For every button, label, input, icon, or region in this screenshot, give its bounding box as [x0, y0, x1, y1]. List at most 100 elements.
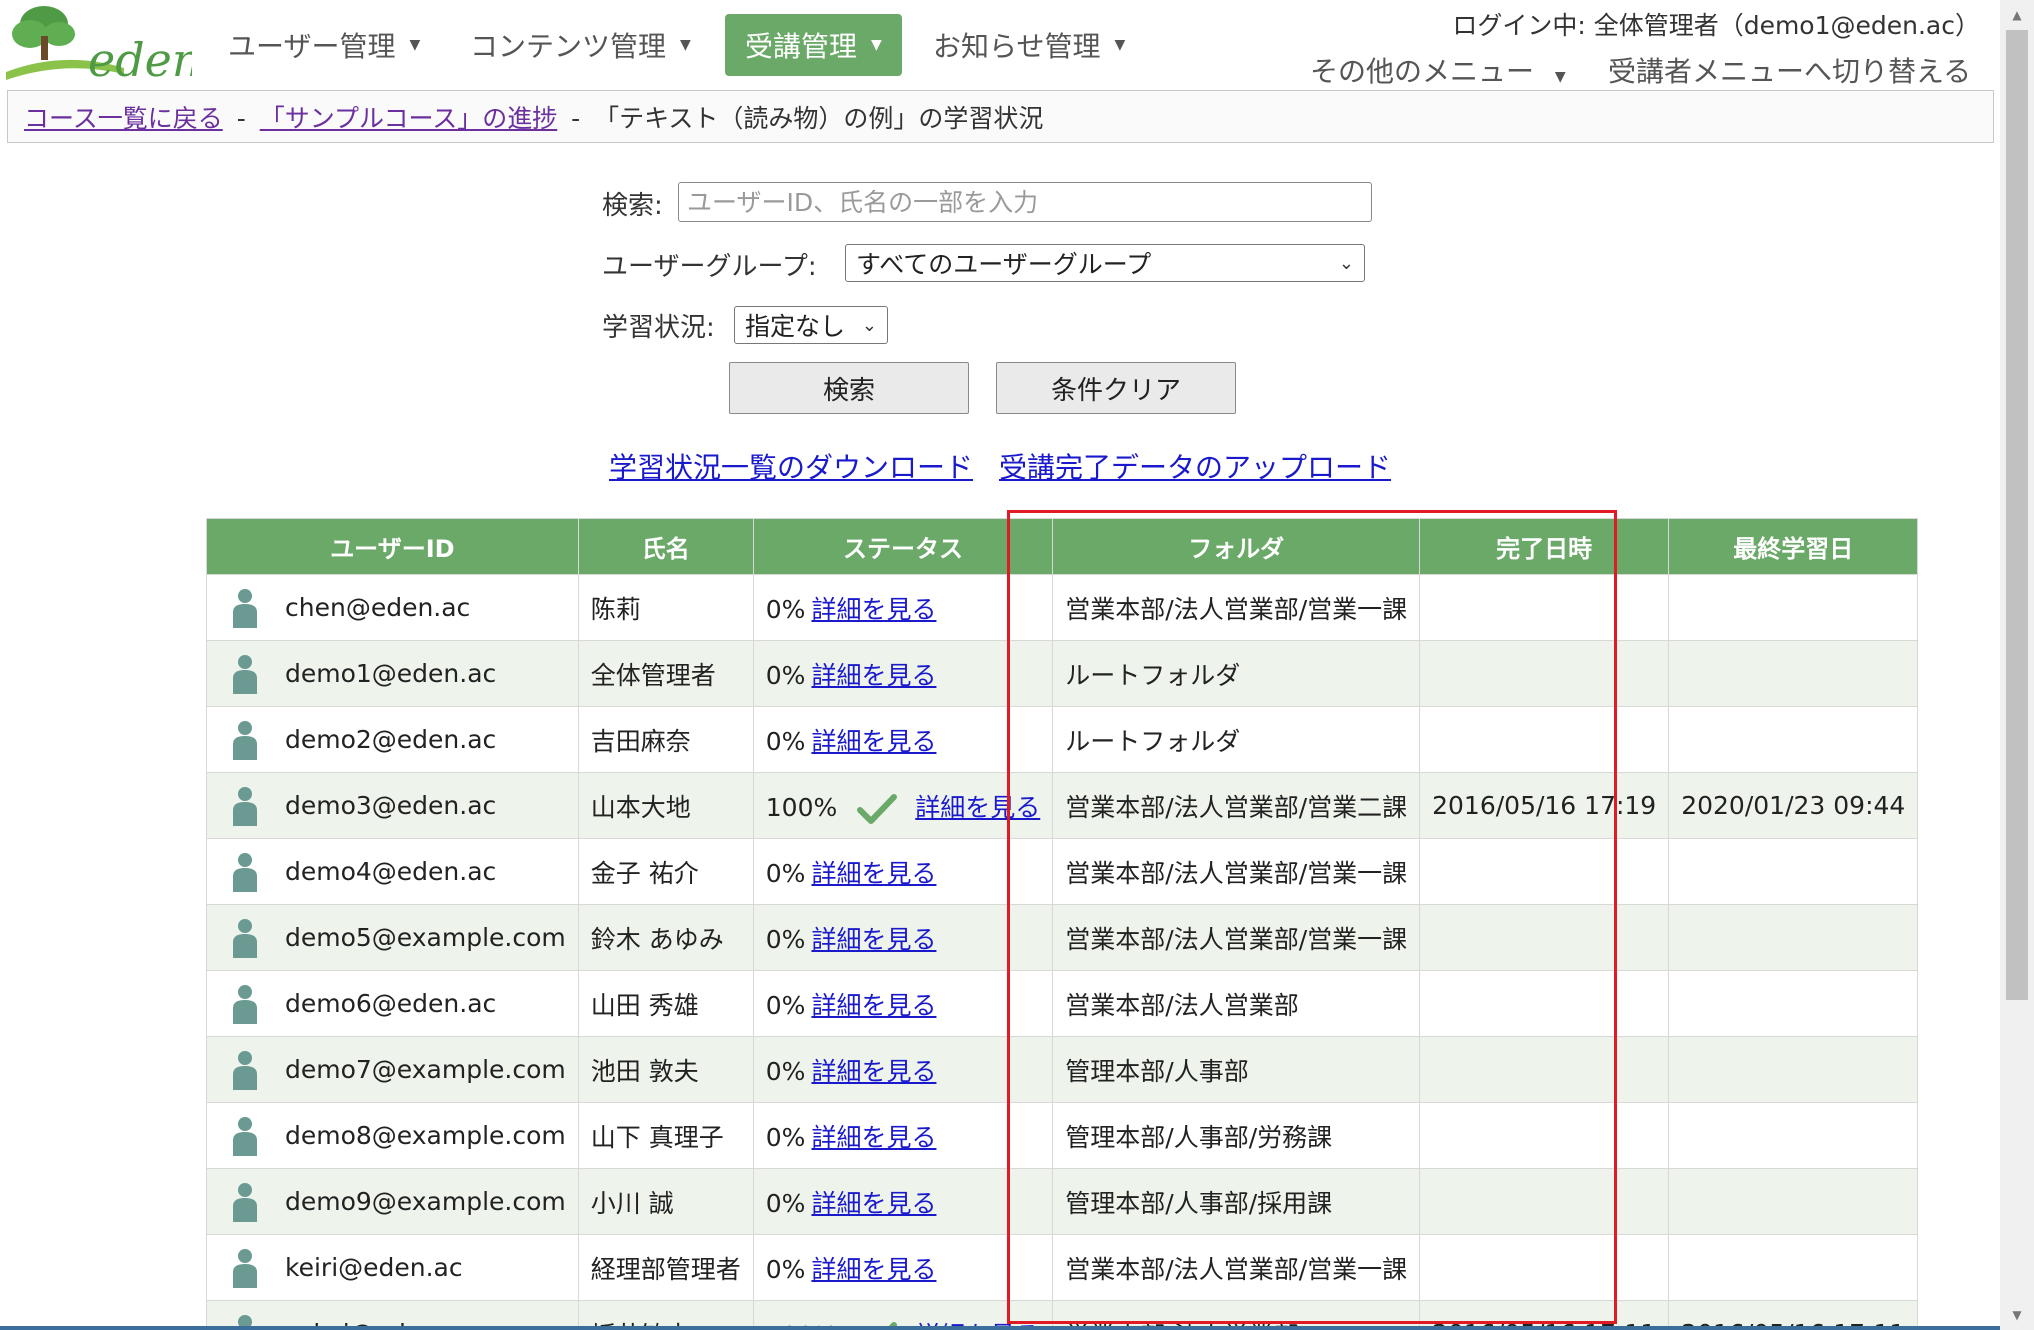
user-icon [233, 1050, 257, 1090]
progress-percent: 0% [765, 726, 806, 756]
view-detail-link[interactable]: 詳細を見る [811, 1255, 936, 1284]
nav-course-management-label: 受講管理 [745, 30, 858, 63]
progress-percent: 0% [765, 990, 806, 1020]
table-row: demo9@example.com 小川 誠 0% 詳細を見る 管理本部/人事部/採用課 [206, 1168, 1919, 1235]
login-info: ログイン中: 全体管理者（demo1@eden.ac） [1452, 11, 1980, 40]
nav-content-management-label: コンテンツ管理 [470, 30, 667, 63]
cell-folder: 管理本部/人事部/採用課 [1052, 1168, 1421, 1235]
user-id-text: demo5@example.com [285, 923, 566, 952]
view-detail-link[interactable]: 詳細を見る [915, 793, 1040, 822]
view-detail-link[interactable]: 詳細を見る [811, 727, 936, 756]
cell-status: 0% 詳細を見る [752, 574, 1054, 641]
table-row: demo7@example.com 池田 敦夫 0% 詳細を見る 管理本部/人事部 [206, 1036, 1919, 1103]
cell-user-id: demo4@eden.ac [206, 838, 579, 905]
search-button[interactable]: 検索 [729, 362, 969, 414]
progress-percent: 100% [765, 792, 838, 822]
breadcrumb-separator: - [236, 104, 246, 133]
nav-content-management[interactable]: コンテンツ管理 ▼ [450, 14, 711, 76]
scrollbar[interactable]: ▲ ▼ [2000, 0, 2034, 1330]
cell-status: 0% 詳細を見る [752, 706, 1054, 773]
nav-notice-management-label: お知らせ管理 [933, 30, 1101, 63]
cell-completed-at [1419, 640, 1670, 707]
table-row: demo8@example.com 山下 真理子 0% 詳細を見る 管理本部/人事部/労… [206, 1102, 1919, 1169]
user-id-text: demo8@example.com [285, 1121, 566, 1150]
caret-down-icon: ▼ [680, 37, 691, 53]
view-detail-link[interactable]: 詳細を見る [811, 1123, 936, 1152]
breadcrumb-current: 「テキスト（読み物）の例」の学習状況 [594, 104, 1044, 133]
header-last-study[interactable]: 最終学習日 [1668, 518, 1919, 575]
header-folder[interactable]: フォルダ [1052, 518, 1421, 575]
header-completed-at[interactable]: 完了日時 [1419, 518, 1670, 575]
nav-other-menu-label: その他のメニュー [1310, 55, 1535, 88]
nav-other-menu[interactable]: その他のメニュー ▼ [1310, 50, 1566, 90]
cell-last-study [1668, 1168, 1919, 1235]
upload-completion-data-link[interactable]: 受講完了データのアップロード [999, 446, 1391, 486]
view-detail-link[interactable]: 詳細を見る [811, 925, 936, 954]
table-row: chen@eden.ac 陈莉 0% 詳細を見る 営業本部/法人営業部/営業一課 [206, 574, 1919, 641]
cell-last-study [1668, 640, 1919, 707]
nav-user-management[interactable]: ユーザー管理 ▼ [208, 14, 440, 76]
cell-completed-at [1419, 1168, 1670, 1235]
view-detail-link[interactable]: 詳細を見る [811, 991, 936, 1020]
cell-folder: 管理本部/人事部 [1052, 1036, 1421, 1103]
cell-status: 0% 詳細を見る [752, 640, 1054, 707]
check-icon [857, 793, 898, 824]
scroll-thumb[interactable] [2006, 30, 2028, 1000]
table-row: demo3@eden.ac 山本大地 100% 詳細を見る 営業本部/法人営業部/営業二… [206, 772, 1919, 839]
download-study-status-link[interactable]: 学習状況一覧のダウンロード [609, 446, 973, 486]
cell-status: 0% 詳細を見る [752, 1036, 1054, 1103]
nav-course-management[interactable]: 受講管理 ▼ [725, 14, 902, 76]
switch-to-student-menu[interactable]: 受講者メニューへ切り替える [1608, 50, 1971, 90]
view-detail-link[interactable]: 詳細を見る [811, 1189, 936, 1218]
user-icon [233, 984, 257, 1024]
cell-name: 小川 誠 [577, 1168, 754, 1235]
view-detail-link[interactable]: 詳細を見る [811, 595, 936, 624]
eden-logo[interactable]: eden [4, 2, 192, 84]
study-status-table: ユーザーID 氏名 ステータス フォルダ 完了日時 最終学習日 chen@ede… [206, 518, 1919, 1330]
course-progress-link[interactable]: 「サンプルコース」の進捗 [260, 104, 558, 133]
table-body: chen@eden.ac 陈莉 0% 詳細を見る 営業本部/法人営業部/営業一課 demo… [206, 574, 1919, 1330]
study-status-select[interactable]: 指定なし ⌄ [734, 306, 888, 344]
cell-folder: 営業本部/法人営業部/営業一課 [1052, 904, 1421, 971]
user-icon [233, 720, 257, 760]
user-icon [233, 852, 257, 892]
progress-percent: 0% [765, 924, 806, 954]
view-detail-link[interactable]: 詳細を見る [811, 1057, 936, 1086]
progress-percent: 0% [765, 1254, 806, 1284]
progress-percent: 0% [765, 660, 806, 690]
user-id-text: demo6@eden.ac [285, 989, 497, 1018]
cell-name: 鈴木 あゆみ [577, 904, 754, 971]
cell-status: 100% 詳細を見る [752, 772, 1054, 839]
view-detail-link[interactable]: 詳細を見る [811, 859, 936, 888]
header-user-id[interactable]: ユーザーID [206, 518, 579, 575]
user-id-text: demo1@eden.ac [285, 659, 497, 688]
user-group-select[interactable]: すべてのユーザーグループ ⌄ [845, 244, 1365, 282]
cell-name: 池田 敦夫 [577, 1036, 754, 1103]
cell-user-id: demo5@example.com [206, 904, 579, 971]
user-group-label: ユーザーグループ: [602, 252, 817, 282]
scroll-up-icon[interactable]: ▲ [2000, 0, 2034, 30]
user-id-text: demo4@eden.ac [285, 857, 497, 886]
user-icon [233, 786, 257, 826]
cell-name: 金子 祐介 [577, 838, 754, 905]
nav-notice-management[interactable]: お知らせ管理 ▼ [913, 14, 1145, 76]
search-input[interactable] [678, 182, 1372, 222]
table-row: demo6@eden.ac 山田 秀雄 0% 詳細を見る 営業本部/法人営業部 [206, 970, 1919, 1037]
view-detail-link[interactable]: 詳細を見る [811, 661, 936, 690]
header-name[interactable]: 氏名 [577, 518, 754, 575]
cell-user-id: demo3@eden.ac [206, 772, 579, 839]
back-to-course-list-link[interactable]: コース一覧に戻る [24, 104, 223, 133]
header-status[interactable]: ステータス [752, 518, 1054, 575]
cell-last-study [1668, 838, 1919, 905]
user-icon [233, 1182, 257, 1222]
cell-folder: 営業本部/法人営業部/営業一課 [1052, 574, 1421, 641]
study-status-select-value: 指定なし [745, 312, 846, 341]
svg-text:eden: eden [88, 33, 192, 84]
cell-completed-at [1419, 574, 1670, 641]
clear-conditions-button[interactable]: 条件クリア [996, 362, 1236, 414]
cell-folder: 営業本部/法人営業部/営業二課 [1052, 772, 1421, 839]
cell-status: 0% 詳細を見る [752, 904, 1054, 971]
cell-user-id: demo1@eden.ac [206, 640, 579, 707]
cell-last-study [1668, 574, 1919, 641]
scroll-down-icon[interactable]: ▼ [2000, 1300, 2034, 1330]
